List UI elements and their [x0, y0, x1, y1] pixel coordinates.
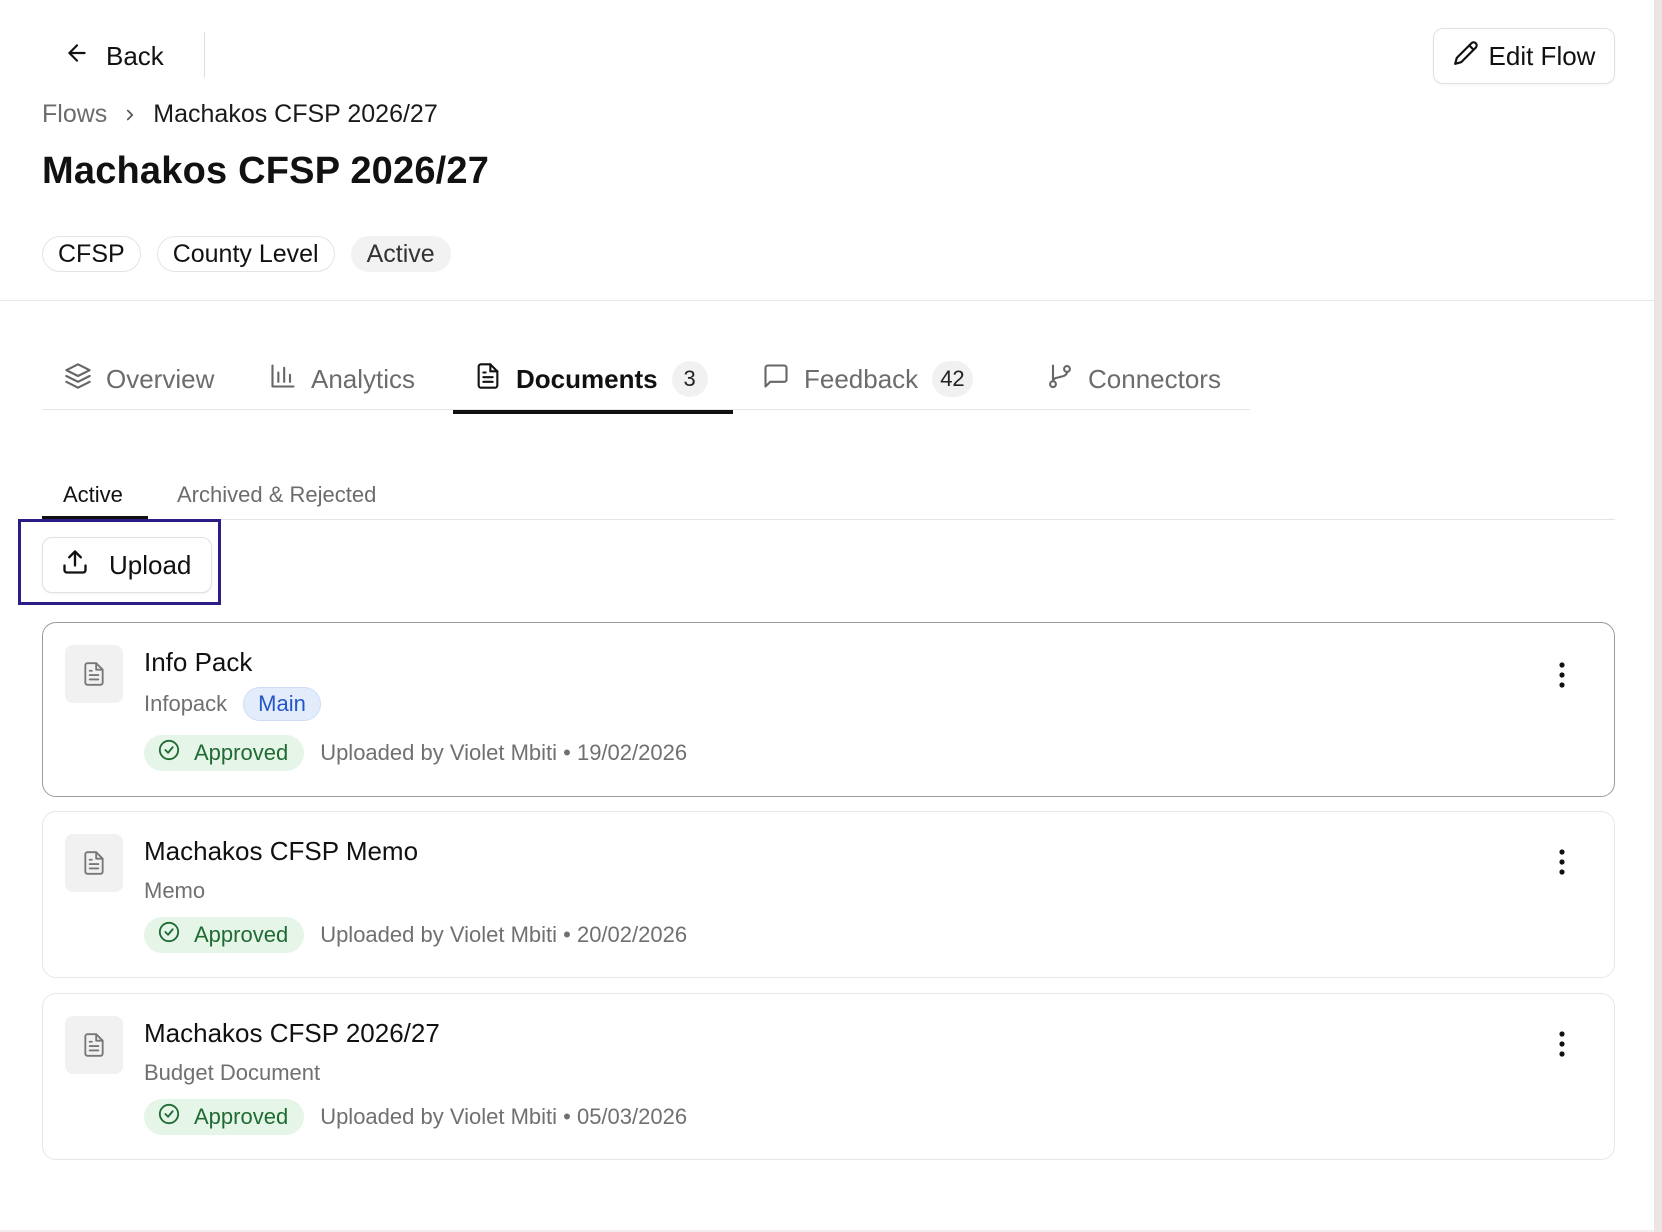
upload-info: Uploaded by Violet Mbiti • 20/02/2026 [320, 922, 688, 947]
document-meta: Approved Uploaded by Violet Mbiti • 05/0… [144, 1099, 687, 1135]
tab-overview[interactable]: Overview [64, 348, 214, 410]
active-subtab-indicator [42, 516, 148, 519]
document-subtabs: Active Archived & Rejected [42, 470, 1615, 520]
upload-icon [61, 548, 89, 583]
document-title: Machakos CFSP Memo [144, 836, 419, 866]
more-options-icon[interactable] [1548, 655, 1576, 695]
header-divider [204, 32, 205, 78]
status-label: Approved [194, 1104, 289, 1129]
tab-analytics[interactable]: Analytics [269, 348, 415, 410]
main-badge: Main [243, 687, 321, 721]
document-title: Info Pack [144, 647, 253, 677]
upload-info: Uploaded by Violet Mbiti • 19/02/2026 [320, 740, 688, 765]
document-meta: Approved Uploaded by Violet Mbiti • 20/0… [144, 917, 687, 953]
upload-label: Upload [109, 549, 192, 580]
layers-icon [64, 362, 92, 397]
message-icon [762, 362, 790, 397]
document-type: Infopack [144, 691, 228, 716]
app-window: Back Edit Flow Flows Machakos CFSP 2026/… [0, 0, 1654, 1230]
tab-label: Feedback [804, 363, 919, 394]
document-type: Budget Document [144, 1060, 321, 1085]
subtab-archived-rejected[interactable]: Archived & Rejected [177, 470, 376, 520]
status-label: Approved [194, 740, 289, 765]
active-tab-indicator [453, 410, 733, 414]
tab-feedback[interactable]: Feedback 42 [762, 348, 973, 410]
status-badge: Approved [144, 1099, 305, 1135]
documents-count-badge: 3 [671, 361, 708, 397]
edit-flow-button[interactable]: Edit Flow [1433, 28, 1615, 84]
tab-label: Documents [516, 363, 658, 394]
status-chip: Active [350, 236, 451, 272]
pencil-icon [1453, 40, 1479, 73]
tab-label: Analytics [311, 363, 416, 394]
status-label: Approved [194, 922, 289, 947]
flow-tags: CFSP County Level Active [42, 236, 451, 272]
more-options-icon[interactable] [1548, 842, 1576, 882]
breadcrumb-flows-link[interactable]: Flows [42, 100, 107, 129]
breadcrumb: Flows Machakos CFSP 2026/27 [42, 100, 438, 129]
document-icon [474, 362, 502, 397]
tab-documents[interactable]: Documents 3 [474, 348, 708, 410]
tab-label: Overview [106, 363, 215, 394]
subtab-active[interactable]: Active [63, 470, 123, 520]
window-edge [1654, 0, 1662, 1232]
check-circle-icon [158, 921, 180, 949]
bar-chart-icon [269, 362, 297, 397]
git-branch-icon [1046, 362, 1074, 397]
feedback-count-badge: 42 [932, 361, 973, 397]
document-subtitle: Memo [144, 878, 205, 904]
status-badge: Approved [144, 917, 305, 953]
document-card[interactable]: Machakos CFSP 2026/27 Budget Document Ap… [42, 993, 1615, 1160]
tag-chip: County Level [156, 236, 335, 272]
chevron-right-icon [121, 106, 139, 124]
document-type: Memo [144, 878, 206, 903]
file-icon [65, 1016, 123, 1074]
page-title: Machakos CFSP 2026/27 [42, 150, 490, 192]
back-button[interactable]: Back [52, 30, 176, 82]
status-badge: Approved [144, 735, 305, 771]
tab-connectors[interactable]: Connectors [1046, 348, 1221, 410]
edit-flow-label: Edit Flow [1488, 40, 1596, 71]
document-subtitle: Budget Document [144, 1060, 320, 1086]
check-circle-icon [158, 739, 180, 767]
arrow-left-icon [64, 40, 90, 73]
check-circle-icon [158, 1103, 180, 1131]
main-tabs: Overview Analytics Documents 3 Feedback … [42, 348, 1250, 410]
tab-label: Connectors [1088, 363, 1221, 394]
tag-chip: CFSP [42, 236, 141, 272]
document-meta: Approved Uploaded by Violet Mbiti • 19/0… [144, 735, 687, 771]
document-title: Machakos CFSP 2026/27 [144, 1018, 440, 1048]
upload-info: Uploaded by Violet Mbiti • 05/03/2026 [320, 1104, 688, 1129]
document-card[interactable]: Machakos CFSP Memo Memo Approved Uploade… [42, 811, 1615, 978]
header-divider-line [0, 300, 1654, 301]
file-icon [65, 645, 123, 703]
document-subtitle: Infopack Main [144, 687, 321, 721]
more-options-icon[interactable] [1548, 1024, 1576, 1064]
document-card[interactable]: Info Pack Infopack Main Approved Uploade… [42, 622, 1615, 797]
breadcrumb-current: Machakos CFSP 2026/27 [153, 100, 438, 128]
back-label: Back [106, 40, 164, 71]
file-icon [65, 834, 123, 892]
upload-button[interactable]: Upload [42, 537, 212, 593]
